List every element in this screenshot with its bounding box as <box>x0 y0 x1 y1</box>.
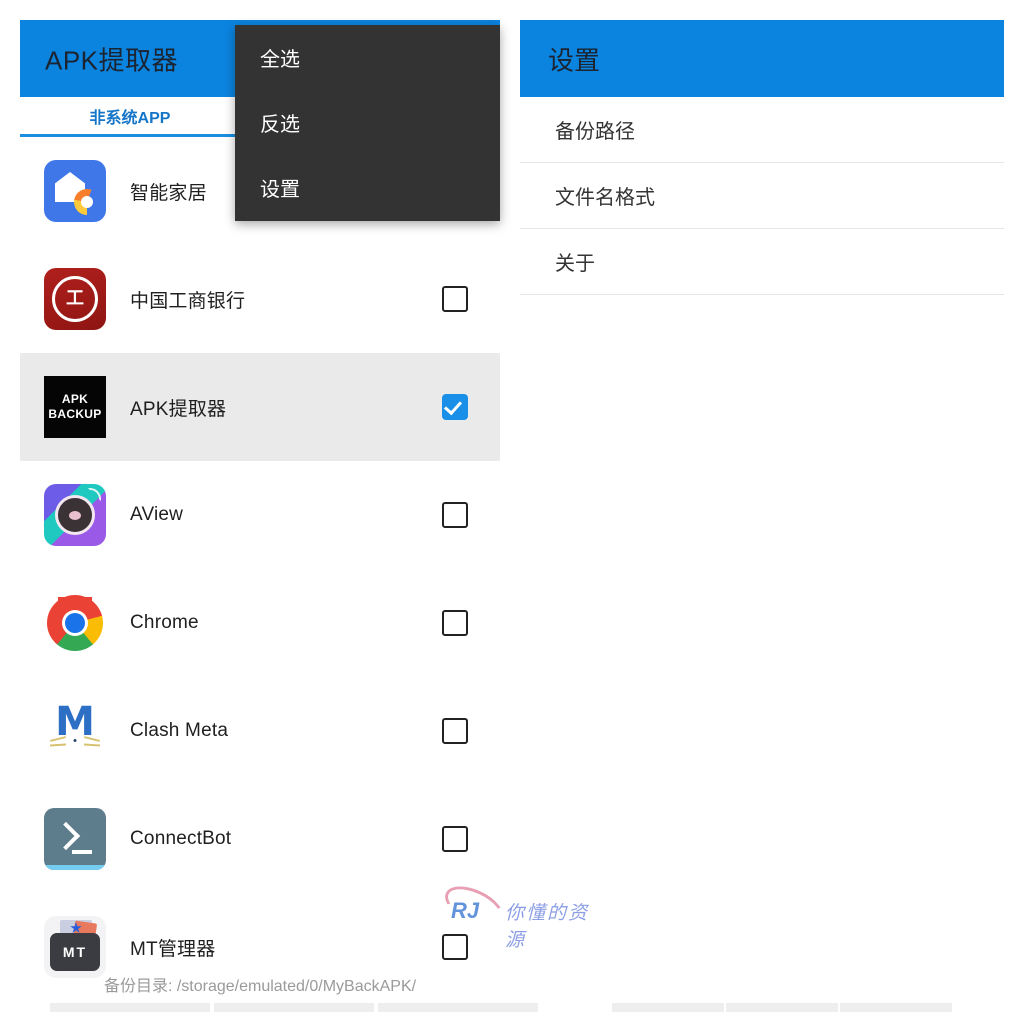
smart-home-icon <box>44 160 106 222</box>
menu-item-select-all[interactable]: 全选 <box>235 25 500 90</box>
menu-item-settings[interactable]: 设置 <box>235 155 500 220</box>
settings-item-label: 文件名格式 <box>555 187 655 209</box>
bottom-bar-right3 <box>840 1003 952 1012</box>
settings-list: 备份路径 文件名格式 关于 <box>520 97 1004 295</box>
chrome-icon <box>44 592 106 654</box>
settings-item-label: 备份路径 <box>555 121 635 143</box>
app-name-label: AView <box>130 504 184 525</box>
apk-icon-line-2: BACKUP <box>48 407 102 421</box>
app-screen: APK提取器 非系统APP 智能家居 工 中国工商银行 APK BACKUP A… <box>0 0 1024 1024</box>
list-item[interactable]: AView <box>20 461 500 569</box>
app-name-label: ConnectBot <box>130 828 232 849</box>
settings-item-label: 关于 <box>555 253 595 275</box>
tab-non-system-app[interactable]: 非系统APP <box>20 97 240 135</box>
settings-app-bar: 设置 <box>520 20 1004 97</box>
menu-item-invert-selection[interactable]: 反选 <box>235 90 500 155</box>
bottom-bar-left <box>50 1003 210 1012</box>
list-item[interactable]: 工 中国工商银行 <box>20 245 500 353</box>
app-list: 智能家居 工 中国工商银行 APK BACKUP APK提取器 AView Ch… <box>20 137 500 1001</box>
app-name-label: Clash Meta <box>130 720 229 741</box>
aview-camera-icon <box>44 484 106 546</box>
settings-pane: 设置 备份路径 文件名格式 关于 <box>512 0 1024 1024</box>
app-name-label: 智能家居 <box>130 182 207 204</box>
app-name-label: APK提取器 <box>130 398 227 420</box>
app-checkbox[interactable] <box>442 610 468 636</box>
app-checkbox[interactable] <box>442 394 468 420</box>
bottom-bar-right1 <box>612 1003 724 1012</box>
clash-meta-icon: M <box>44 700 106 762</box>
app-name-label: Chrome <box>130 612 199 633</box>
list-item[interactable]: M Clash Meta <box>20 677 500 785</box>
app-name-label: 中国工商银行 <box>130 290 246 312</box>
settings-item-backup-path[interactable]: 备份路径 <box>520 97 1004 163</box>
list-item[interactable]: Chrome <box>20 569 500 677</box>
app-checkbox[interactable] <box>442 502 468 528</box>
bottom-bar-mid2 <box>378 1003 538 1012</box>
app-name-label: MT管理器 <box>130 938 216 960</box>
apk-backup-icon: APK BACKUP <box>44 376 106 438</box>
mt-icon-text: MT <box>62 944 88 960</box>
backup-directory-status: 备份目录: /storage/emulated/0/MyBackAPK/ <box>103 978 417 995</box>
bottom-bar-right2 <box>726 1003 838 1012</box>
app-checkbox[interactable] <box>442 934 468 960</box>
page-title: APK提取器 <box>45 45 179 75</box>
settings-title: 设置 <box>548 45 601 75</box>
mt-manager-icon: MT <box>44 916 106 978</box>
app-checkbox[interactable] <box>442 286 468 312</box>
overflow-menu[interactable]: 全选 反选 设置 <box>235 25 500 221</box>
settings-item-about[interactable]: 关于 <box>520 229 1004 295</box>
list-item[interactable]: APK BACKUP APK提取器 <box>20 353 500 461</box>
connectbot-terminal-icon <box>44 808 106 870</box>
icbc-bank-icon: 工 <box>44 268 106 330</box>
app-checkbox[interactable] <box>442 718 468 744</box>
bottom-bar-mid <box>214 1003 374 1012</box>
apk-icon-line-1: APK <box>61 392 89 406</box>
list-item[interactable]: ConnectBot <box>20 785 500 893</box>
app-checkbox[interactable] <box>442 826 468 852</box>
settings-item-filename-format[interactable]: 文件名格式 <box>520 163 1004 229</box>
